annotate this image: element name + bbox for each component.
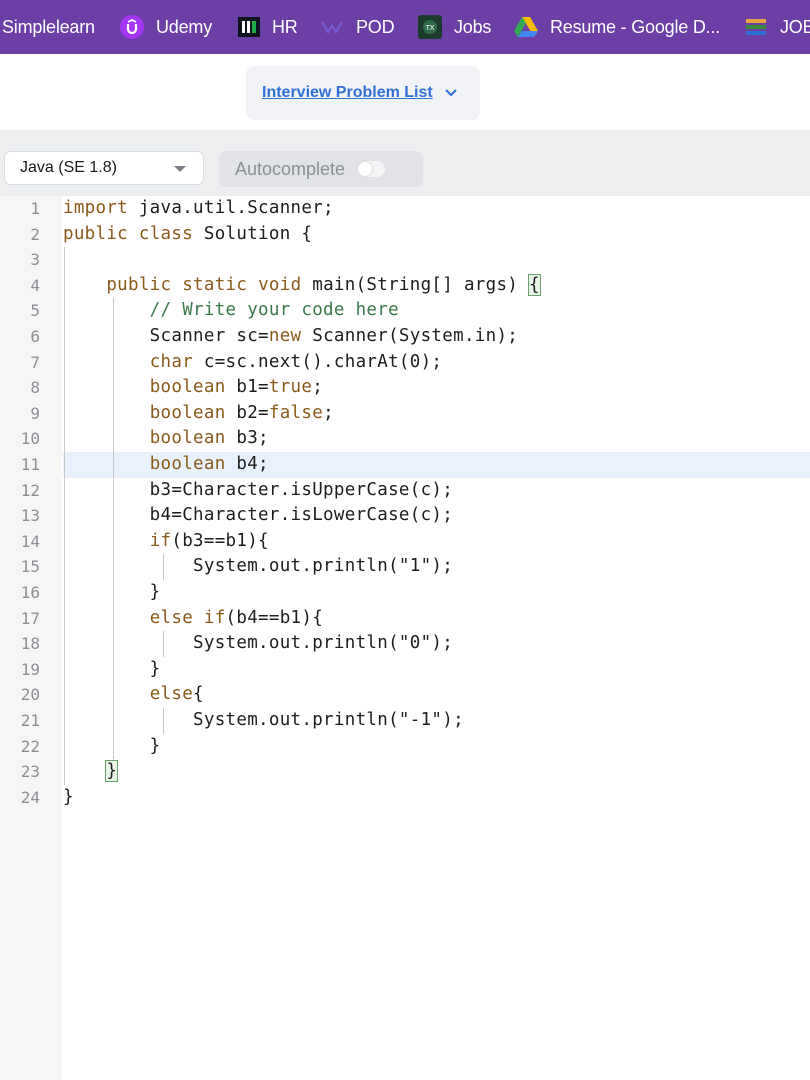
code-line[interactable]: } [63,759,119,785]
code-line[interactable]: b3=Character.isUpperCase(c); [63,478,453,504]
bookmark-label: Resume - Google D... [550,16,721,37]
line-number: 16 [20,583,40,602]
line-number: 3 [30,250,40,270]
bookmarks-bar: Simplelearn Udemy HR POD TX Jobs Resume … [0,0,810,54]
editor-toolbar: Java (SE 1.8) Autocomplete [0,130,810,196]
bookmark-label: Jobs [454,16,492,37]
line-number: 2 [30,224,40,244]
problem-list-label[interactable]: Interview Problem List [262,84,433,102]
code-line[interactable]: } [63,657,161,683]
code-line[interactable]: System.out.println("0"); [63,631,453,657]
line-number: 18 [20,634,40,654]
bookmark-pod[interactable]: POD [320,0,395,54]
line-number: 8 [30,378,40,398]
line-number: 20 [20,685,40,705]
line-number: 17 [20,608,40,628]
chevron-down-icon [445,89,457,97]
bookmark-job-folder[interactable]: JOB [744,0,810,54]
code-line[interactable]: boolean b3; [63,426,269,452]
caret-down-icon [174,166,186,172]
interview-problem-list-dropdown[interactable]: Interview Problem List [246,66,480,120]
line-number: 19 [20,659,40,679]
bookmark-label: Simplelearn [2,16,95,37]
line-number: 4 [30,275,40,295]
bookmark-simplelearn[interactable]: Simplelearn [2,0,95,54]
code-line[interactable]: } [63,785,74,811]
code-line[interactable]: } [63,734,161,760]
line-number: 24 [20,787,40,807]
code-line[interactable]: boolean b4; [63,452,269,478]
line-number: 14 [20,531,40,551]
code-line[interactable]: b4=Character.isLowerCase(c); [63,503,453,529]
bookmark-label: HR [272,16,298,37]
line-number: 15 [20,557,40,577]
bookmark-resume[interactable]: Resume - Google D... [514,0,720,54]
code-editor[interactable]: 1 import java.util.Scanner; 2 public class … [0,196,810,1080]
problem-header: Interview Problem List [0,54,810,130]
line-number: 9 [30,403,40,423]
code-line[interactable]: // Write your code here [63,298,399,324]
hackerrank-icon [238,17,260,37]
code-line[interactable]: System.out.println("-1"); [63,708,464,734]
bookmark-jobs[interactable]: TX Jobs [418,0,491,54]
line-number: 12 [20,480,40,500]
line-number: 10 [20,429,40,449]
bookmark-label: Udemy [156,16,213,37]
code-line[interactable]: } [63,580,161,606]
line-number: 6 [30,327,40,346]
line-number: 5 [30,301,40,321]
line-number: 13 [20,506,40,526]
code-line[interactable]: System.out.println("1"); [63,554,453,580]
folder-stack-icon [744,15,768,39]
code-line[interactable]: import java.util.Scanner; [63,196,334,222]
code-line[interactable]: boolean b1=true; [63,375,323,401]
code-line[interactable]: else if(b4==b1){ [63,606,323,632]
udemy-icon [120,15,144,39]
line-number: 7 [30,352,40,372]
code-line[interactable]: if(b3==b1){ [63,529,269,555]
line-number: 21 [20,711,40,730]
jobs-icon: TX [418,15,442,39]
toggle-knob [358,162,373,176]
pod-icon [320,18,344,36]
bookmark-udemy[interactable]: Udemy [120,0,212,54]
autocomplete-toggle[interactable]: Autocomplete [219,151,423,187]
line-number: 22 [20,736,40,756]
language-select[interactable]: Java (SE 1.8) [4,151,204,185]
code-line[interactable]: Scanner sc=new Scanner(System.in); [63,324,518,350]
code-line[interactable]: char c=sc.next().charAt(0); [63,350,442,376]
line-number: 23 [20,762,40,782]
code-line[interactable]: else{ [63,682,204,708]
line-number: 1 [30,199,40,218]
bookmark-label: POD [356,16,395,37]
autocomplete-label: Autocomplete [235,158,346,179]
google-drive-icon [514,16,538,38]
bookmark-hr[interactable]: HR [238,0,298,54]
code-line[interactable]: boolean b2=false; [63,401,334,427]
line-number: 11 [20,455,40,474]
code-line[interactable]: public class Solution { [63,222,312,248]
language-value: Java (SE 1.8) [20,159,117,176]
bookmark-label: JOB [780,16,810,37]
toggle-switch[interactable] [357,161,386,177]
code-line[interactable]: public static void main(String[] args) { [63,273,541,299]
svg-text:TX: TX [425,24,435,32]
